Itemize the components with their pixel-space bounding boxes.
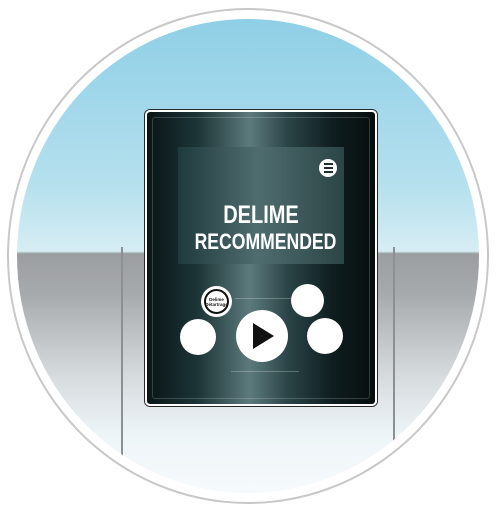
menu-icon[interactable] bbox=[319, 159, 337, 177]
delime-logo-icon: Delime Détartrage bbox=[204, 289, 229, 314]
display-screen: DELIME RECOMMENDED bbox=[178, 147, 344, 264]
control-panel: DELIME RECOMMENDED Delime Détartrage bbox=[145, 110, 377, 406]
divider-top bbox=[235, 298, 291, 299]
play-button[interactable] bbox=[236, 310, 288, 362]
screen-message-line1: DELIME bbox=[223, 201, 299, 229]
play-icon bbox=[253, 323, 274, 349]
right-button[interactable] bbox=[307, 318, 343, 354]
top-right-button[interactable] bbox=[291, 284, 324, 317]
screen-message: DELIME RECOMMENDED bbox=[194, 201, 337, 255]
screen-message-line2: RECOMMENDED bbox=[194, 229, 337, 254]
delime-button[interactable]: Delime Détartrage bbox=[201, 286, 232, 317]
divider-bottom bbox=[231, 371, 299, 372]
wall-line-right bbox=[393, 247, 395, 473]
left-button[interactable] bbox=[180, 319, 216, 355]
wall-line-left bbox=[121, 247, 123, 473]
delime-logo-line2: Détartrage bbox=[205, 301, 228, 307]
